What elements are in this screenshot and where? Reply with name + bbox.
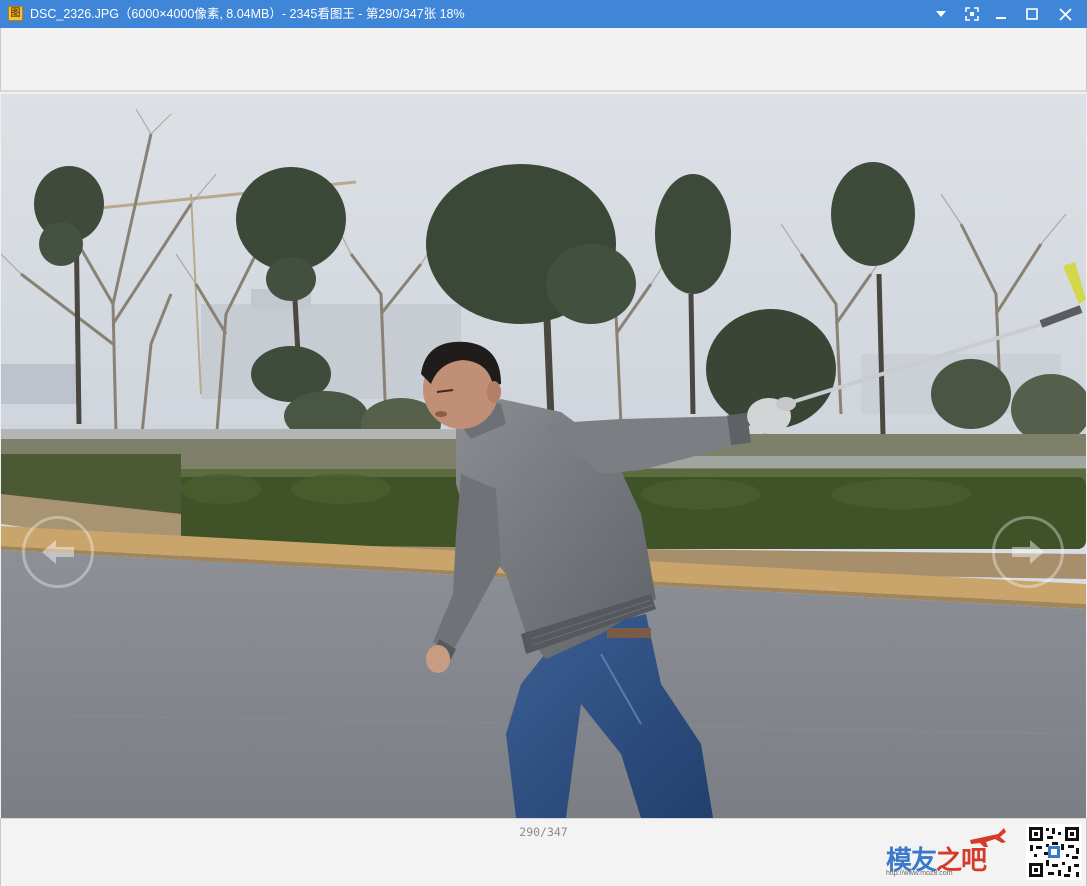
minimize-icon[interactable]: [985, 0, 1017, 28]
prev-image-button[interactable]: [22, 516, 94, 588]
next-image-button[interactable]: [992, 516, 1064, 588]
qr-code-icon: [1026, 824, 1082, 880]
arrow-right-icon: [1012, 540, 1044, 564]
app-icon: 图: [8, 6, 23, 21]
toolbar-area: [0, 28, 1087, 92]
maximize-icon[interactable]: [1016, 0, 1048, 28]
close-icon[interactable]: [1049, 0, 1081, 28]
site-logo: 模友之吧 http://www.moz8.com: [884, 826, 1018, 882]
window-title: DSC_2326.JPG（6000×4000像素, 8.04MB）- 2345看…: [30, 7, 465, 21]
arrow-left-icon: [42, 540, 74, 564]
photo: [1, 94, 1086, 818]
fullscreen-icon[interactable]: [956, 0, 988, 28]
logo-url: http://www.moz8.com: [886, 870, 953, 877]
dropdown-icon[interactable]: [925, 0, 957, 28]
title-bar: 图 DSC_2326.JPG（6000×4000像素, 8.04MB）- 234…: [0, 0, 1087, 28]
image-viewport[interactable]: [1, 94, 1086, 818]
